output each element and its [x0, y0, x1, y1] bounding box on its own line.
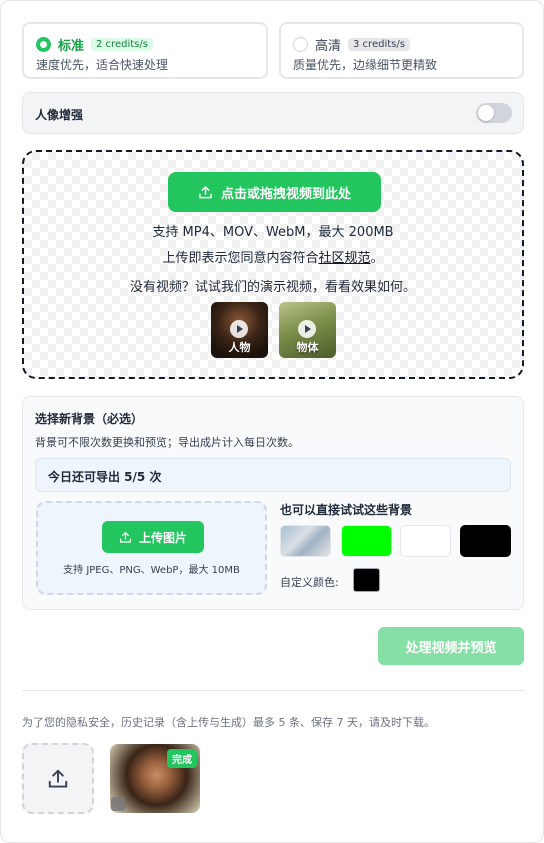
- community-guidelines-link[interactable]: 社区规范: [318, 251, 370, 266]
- consent-suffix: 。: [370, 251, 384, 266]
- quality-option-standard[interactable]: 标准 2 credits/s 速度优先，适合快速处理: [22, 22, 268, 79]
- upload-video-button[interactable]: 点击或拖拽视频到此处: [168, 172, 381, 212]
- upload-icon: [119, 531, 132, 543]
- process-video-button[interactable]: 处理视频并预览: [378, 627, 524, 665]
- quality-name: 高清: [315, 39, 342, 54]
- upload-image-label: 上传图片: [138, 530, 187, 545]
- play-icon: [298, 320, 316, 338]
- demo-label: 物体: [296, 341, 319, 354]
- background-title: 选择新背景（必选）: [35, 412, 144, 426]
- portrait-enhance-label: 人像增强: [35, 108, 84, 122]
- portrait-enhance-toggle[interactable]: [476, 103, 512, 123]
- quality-name: 标准: [58, 39, 85, 54]
- demo-video-person[interactable]: 人物: [211, 302, 268, 358]
- radio-unselected-icon[interactable]: [293, 37, 308, 52]
- export-quota: 今日还可导出 5/5 次: [35, 458, 511, 492]
- preset-background-white[interactable]: [400, 525, 451, 557]
- preset-background-black[interactable]: [460, 525, 511, 557]
- toggle-knob: [478, 105, 494, 121]
- demo-video-object[interactable]: 物体: [279, 302, 336, 358]
- custom-color-picker[interactable]: [353, 568, 380, 592]
- history-item[interactable]: 完成: [110, 744, 200, 813]
- quality-desc: 质量优先，边缘细节更精致: [293, 58, 438, 72]
- history-upload-button[interactable]: [22, 743, 94, 814]
- app-panel: 标准 2 credits/s 速度优先，适合快速处理 高清 3 credits/…: [0, 0, 544, 843]
- portrait-enhance-row: 人像增强: [22, 92, 524, 134]
- trash-icon[interactable]: [111, 797, 125, 811]
- background-upload-zone[interactable]: 上传图片 支持 JPEG、PNG、WebP，最大 10MB: [36, 501, 267, 595]
- privacy-note: 为了您的隐私安全，历史记录（含上传与生成）最多 5 条、保存 7 天，请及时下载…: [22, 716, 435, 729]
- custom-color-label: 自定义颜色:: [280, 576, 339, 589]
- upload-image-button[interactable]: 上传图片: [102, 521, 204, 553]
- upload-icon: [48, 769, 68, 788]
- upload-image-hint: 支持 JPEG、PNG、WebP，最大 10MB: [63, 565, 240, 576]
- status-badge: 完成: [167, 749, 197, 768]
- upload-formats: 支持 MP4、MOV、WebM，最大 200MB: [152, 225, 394, 240]
- preset-background-green[interactable]: [341, 525, 392, 557]
- demo-label: 人物: [228, 341, 251, 354]
- background-panel: 选择新背景（必选） 背景可不限次数更换和预览；导出成片计入每日次数。 今日还可导…: [22, 396, 524, 610]
- consent-prefix: 上传即表示您同意内容符合: [162, 251, 319, 266]
- credits-badge: 3 credits/s: [348, 38, 410, 51]
- preset-backgrounds-title: 也可以直接试试这些背景: [280, 503, 413, 517]
- quality-option-hd[interactable]: 高清 3 credits/s 质量优先，边缘细节更精致: [279, 22, 524, 79]
- play-icon: [230, 320, 248, 338]
- preset-background-image[interactable]: [280, 525, 331, 557]
- background-subtitle: 背景可不限次数更换和预览；导出成片计入每日次数。: [35, 436, 299, 449]
- divider: [22, 690, 524, 691]
- upload-consent: 上传即表示您同意内容符合社区规范。: [24, 247, 522, 266]
- demo-prompt: 没有视频？试试我们的演示视频，看看效果如何。: [129, 280, 416, 295]
- credits-badge: 2 credits/s: [91, 38, 153, 51]
- radio-selected-icon[interactable]: [36, 37, 51, 52]
- quality-desc: 速度优先，适合快速处理: [36, 58, 169, 72]
- upload-video-label: 点击或拖拽视频到此处: [220, 186, 351, 202]
- upload-icon: [199, 185, 212, 198]
- video-dropzone[interactable]: 点击或拖拽视频到此处 支持 MP4、MOV、WebM，最大 200MB 上传即表…: [22, 150, 524, 379]
